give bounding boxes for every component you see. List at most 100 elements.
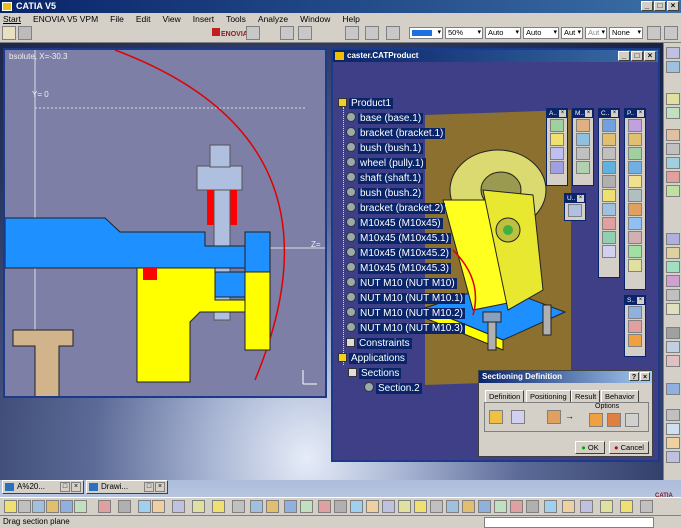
toolbar-tool-icon[interactable] xyxy=(74,500,87,513)
toolbar-tool-icon[interactable] xyxy=(526,500,539,513)
close-button[interactable]: × xyxy=(71,482,81,492)
menu-view[interactable]: View xyxy=(163,13,181,25)
line-type-combo[interactable]: Auto xyxy=(523,27,559,39)
tree-node-section-2[interactable]: Section.2 xyxy=(364,382,422,395)
tab-behavior[interactable]: Behavior xyxy=(601,390,639,402)
floating-toolbar-p[interactable]: P.. × xyxy=(624,108,646,290)
help-button[interactable]: ? xyxy=(629,372,639,381)
toolbar-tool-icon[interactable] xyxy=(602,189,616,202)
toolbar-tool-icon[interactable] xyxy=(666,275,680,287)
toolbar-tool-icon[interactable] xyxy=(98,500,111,513)
toolbar-tool-icon[interactable] xyxy=(284,500,297,513)
color-combo[interactable] xyxy=(409,27,443,39)
cancel-button[interactable]: ● Cancel xyxy=(609,441,649,454)
toolbar-tool-icon[interactable] xyxy=(414,500,427,513)
toolbar-tool-icon[interactable] xyxy=(666,289,680,301)
menu-window[interactable]: Window xyxy=(300,13,330,25)
toolbar-tool-icon[interactable] xyxy=(318,500,331,513)
toolbar-tool-icon[interactable] xyxy=(510,500,523,513)
line-thickness-combo[interactable]: Auto xyxy=(485,27,521,39)
tree-node-part[interactable]: bush (bush.1) xyxy=(346,142,424,155)
toolbar-tool-icon[interactable] xyxy=(666,303,680,315)
toolbar-tool-icon[interactable] xyxy=(628,306,642,319)
toolbar-icon-f[interactable] xyxy=(664,26,678,40)
toolbar-tool-icon[interactable] xyxy=(666,341,680,353)
toolbar-tool-icon[interactable] xyxy=(562,500,575,513)
toolbar-tool-icon[interactable] xyxy=(580,500,593,513)
tree-node-part[interactable]: M10x45 (M10x45) xyxy=(346,217,443,230)
toolbar-tool-icon[interactable] xyxy=(46,500,59,513)
toolbar-tool-icon[interactable] xyxy=(398,500,411,513)
tree-node-part[interactable]: M10x45 (M10x45.1) xyxy=(346,232,451,245)
tree-node-sections[interactable]: Sections xyxy=(348,367,402,380)
tree-node-product1[interactable]: Product1 xyxy=(338,97,394,110)
floating-toolbar-u[interactable]: U.. × xyxy=(564,193,586,221)
toolbar-close-icon[interactable]: × xyxy=(585,110,592,117)
toolbar-tool-icon[interactable] xyxy=(628,259,642,272)
toolbar-tool-icon[interactable] xyxy=(628,334,642,347)
toolbar-tool-icon[interactable] xyxy=(628,203,642,216)
toolbar-tool-icon[interactable] xyxy=(232,500,245,513)
toolbar-tool-icon[interactable] xyxy=(18,500,31,513)
section-viewer-window[interactable]: bsolute, X=-30.3 Y= 0 Z= xyxy=(3,48,327,398)
tree-node-part[interactable]: bracket (bracket.1) xyxy=(346,127,446,140)
toolbar-tool-icon[interactable] xyxy=(600,500,613,513)
toolbar-tool-icon[interactable] xyxy=(628,147,642,160)
menu-edit[interactable]: Edit xyxy=(136,13,151,25)
toolbar-icon-a[interactable] xyxy=(280,26,294,40)
toolbar-tool-icon[interactable] xyxy=(350,500,363,513)
toolbar-tool-icon[interactable] xyxy=(544,500,557,513)
toolbar-tool-icon[interactable] xyxy=(266,500,279,513)
toolbar-tool-icon[interactable] xyxy=(550,147,564,160)
toolbar-tool-icon[interactable] xyxy=(628,245,642,258)
toolbar-tool-icon[interactable] xyxy=(666,423,680,435)
toolbar-tool-icon[interactable] xyxy=(550,119,564,132)
minimized-window-a[interactable]: A%20... □ × xyxy=(2,480,84,494)
tree-node-part[interactable]: NUT M10 (NUT M10) xyxy=(346,277,457,290)
layer-combo[interactable]: None xyxy=(609,27,643,39)
toolbar-tool-icon[interactable] xyxy=(138,500,151,513)
floating-toolbar-a[interactable]: A.. × xyxy=(546,108,568,186)
transparency-combo[interactable]: 50% xyxy=(445,27,483,39)
toolbar-tool-icon[interactable] xyxy=(666,261,680,273)
restore-button[interactable]: □ xyxy=(144,482,154,492)
search-icon[interactable] xyxy=(246,26,260,40)
maximize-button[interactable]: □ xyxy=(654,1,666,11)
toolbar-tool-icon[interactable] xyxy=(576,161,590,174)
toolbar-close-icon[interactable]: × xyxy=(577,195,584,202)
toolbar-tool-icon[interactable] xyxy=(666,247,680,259)
toolbar-tool-icon[interactable] xyxy=(666,93,680,105)
floating-toolbar-s[interactable]: S.. × xyxy=(624,295,646,357)
toolbar-tool-icon[interactable] xyxy=(666,107,680,119)
toolbar-tool-icon[interactable] xyxy=(666,185,680,197)
toolbar-tool-icon[interactable] xyxy=(666,129,680,141)
toolbar-tool-icon[interactable] xyxy=(602,231,616,244)
floating-toolbar-c[interactable]: C.. × xyxy=(598,108,620,278)
toolbar-tool-icon[interactable] xyxy=(666,171,680,183)
toolbar-tool-icon[interactable] xyxy=(620,500,633,513)
toolbar-tool-icon[interactable] xyxy=(118,500,131,513)
toolbar-tool-icon[interactable] xyxy=(628,133,642,146)
option-volume-icon[interactable] xyxy=(607,413,621,427)
toolbar-tool-icon[interactable] xyxy=(366,500,379,513)
tree-node-part[interactable]: shaft (shaft.1) xyxy=(346,172,424,185)
toolbar-tool-icon[interactable] xyxy=(478,500,491,513)
toolbar-tool-icon[interactable] xyxy=(666,61,680,73)
toolbar-tool-icon[interactable] xyxy=(576,133,590,146)
toolbar-tool-icon[interactable] xyxy=(550,161,564,174)
tree-node-part[interactable]: bracket (bracket.2) xyxy=(346,202,446,215)
tree-node-part[interactable]: base (base.1) xyxy=(346,112,424,125)
toolbar-tool-icon[interactable] xyxy=(666,383,680,395)
menu-enovia[interactable]: ENOVIA V5 VPM xyxy=(33,13,98,25)
toolbar-tool-icon[interactable] xyxy=(430,500,443,513)
section-result-icon[interactable] xyxy=(547,410,561,424)
menu-insert[interactable]: Insert xyxy=(193,13,214,25)
toolbar-icon-b[interactable] xyxy=(298,26,312,40)
tree-node-constraints[interactable]: Constraints xyxy=(346,337,412,350)
toolbar-tool-icon[interactable] xyxy=(602,245,616,258)
toolbar-tool-icon[interactable] xyxy=(628,161,642,174)
toolbar-tool-icon[interactable] xyxy=(666,409,680,421)
toolbar-tool-icon[interactable] xyxy=(628,189,642,202)
toolbar-tool-icon[interactable] xyxy=(666,355,680,367)
toolbar-tool-icon[interactable] xyxy=(602,119,616,132)
